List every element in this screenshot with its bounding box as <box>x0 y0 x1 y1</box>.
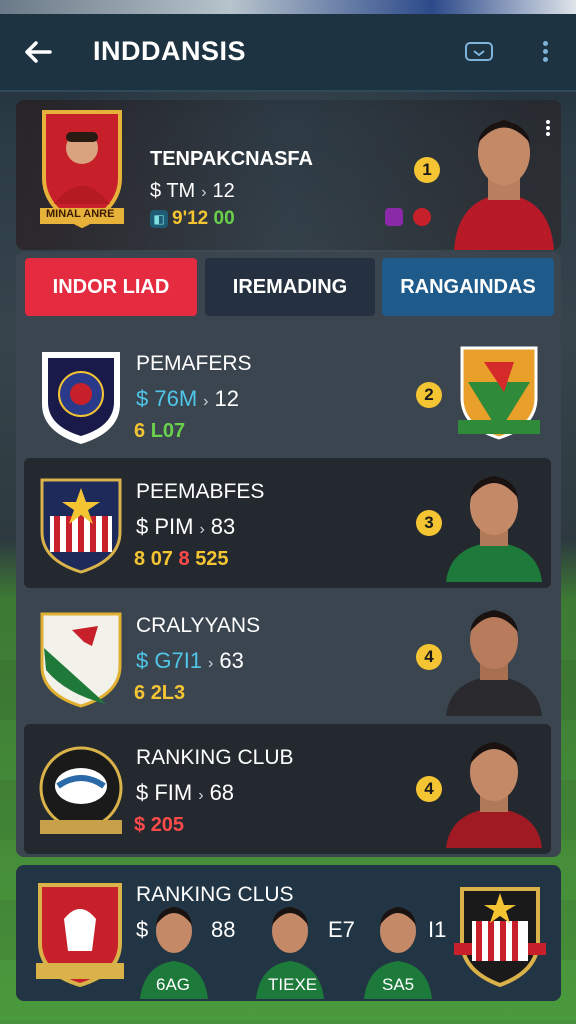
stat-icon: 8 <box>134 548 146 570</box>
featured-club-name: TENPAKCNASFA <box>150 148 313 170</box>
rank-badge: 2 <box>416 382 442 408</box>
club-crest-icon <box>40 612 122 708</box>
club-stat: 2L3 <box>150 682 186 704</box>
featured-rank-badge: 1 <box>414 157 440 183</box>
player-value: E7 <box>328 917 355 942</box>
list-item[interactable]: CRALYYANS $ G7I1 › 63 6 2L3 4 <box>24 592 551 720</box>
status-strip <box>0 0 576 14</box>
club-stats: 6 L07 <box>134 420 185 443</box>
featured-stats: ◧ 9'12 00 <box>150 208 235 230</box>
chevron-right-icon: › <box>198 787 204 804</box>
list-item[interactable]: PEMAFERS $ 76M › 12 6 L07 2 <box>24 330 551 458</box>
club-value-target: 12 <box>214 386 239 411</box>
club-crest-icon <box>36 883 124 988</box>
tab-rangaindas[interactable]: RANGAINDAS <box>382 258 554 316</box>
club-stats: 8 07 8 525 <box>134 548 229 571</box>
chevron-right-icon: › <box>208 655 214 672</box>
player-label: TIEXE <box>268 975 318 994</box>
stat-icon: $ <box>134 814 146 836</box>
club-value-target: 68 <box>209 780 235 805</box>
chevron-right-icon: › <box>203 393 209 410</box>
chevron-right-icon: › <box>199 521 205 538</box>
club-crest-icon <box>42 352 120 444</box>
featured-player-avatar <box>454 120 554 250</box>
featured-crest-caption: MINAL ANRE <box>46 208 115 220</box>
club-value-target: 83 <box>210 514 236 539</box>
featured-stat-a: 9'12 <box>172 208 209 229</box>
rank-badge: 3 <box>416 510 442 536</box>
club-name: PEEMABFES <box>136 480 265 503</box>
club-crest-icon <box>454 887 546 987</box>
featured-more-icon[interactable] <box>546 118 550 138</box>
club-value-amount: $ 76M <box>136 386 198 411</box>
list-item[interactable]: RANKING CLUB $ FIM › 68 $ 205 4 <box>24 724 551 854</box>
club-name: RANKING CLUB <box>136 746 294 769</box>
rank-badge: 4 <box>416 776 442 802</box>
club-stat: 205 <box>150 814 185 836</box>
club-crest-icon <box>458 346 540 440</box>
stat-icon: 6 <box>134 420 146 442</box>
bottom-club-card[interactable]: RANKING CLUS $ 88 E7 I1 6AG TIEXE SA5 <box>16 865 561 1001</box>
club-stat: 525 <box>195 548 229 570</box>
player-avatar <box>446 476 542 582</box>
featured-value: $ TM › 12 <box>150 180 235 203</box>
club-value-amount: $ G7I1 <box>136 648 203 673</box>
featured-value-amount: $ TM <box>150 180 196 202</box>
club-name: CRALYYANS <box>136 614 261 637</box>
tab-indor-liad[interactable]: INDOR LIAD <box>25 258 197 316</box>
featured-stat-b: 00 <box>213 208 235 229</box>
arrow-left-icon[interactable] <box>22 36 54 68</box>
player-value: 88 <box>211 917 236 942</box>
stat-icon: 6 <box>134 682 146 704</box>
player-avatar <box>446 742 542 848</box>
chevron-right-icon: › <box>201 184 207 201</box>
list-item[interactable]: PEEMABFES $ PIM › 83 8 07 8 525 3 <box>24 458 551 588</box>
club-crest-icon <box>40 478 122 574</box>
club-name: PEMAFERS <box>136 352 252 375</box>
player-avatar <box>446 610 542 716</box>
club-value: $ FIM › 68 <box>136 780 234 806</box>
tab-iremading[interactable]: IREMADING <box>205 258 375 316</box>
club-value-target: 63 <box>219 648 244 673</box>
app-header: INDDANSIS <box>0 14 576 92</box>
club-stats: 6 2L3 <box>134 682 185 705</box>
player-label: 6AG <box>156 975 191 994</box>
club-value: $ 76M › 12 <box>136 386 239 412</box>
rank-badge: 4 <box>416 644 442 670</box>
page-title: INDDANSIS <box>93 36 247 66</box>
status-tag-icon <box>385 208 403 226</box>
featured-value-target: 12 <box>212 180 235 202</box>
more-vertical-icon[interactable] <box>535 38 555 68</box>
featured-status-icons <box>385 208 432 231</box>
status-dot-icon <box>413 208 432 226</box>
player-label: SA5 <box>382 975 415 994</box>
stat-tag-icon: ◧ <box>150 209 168 228</box>
stat-icon: 8 <box>178 548 190 570</box>
club-value-amount: $ PIM <box>136 514 194 539</box>
club-crest-icon <box>39 746 123 834</box>
club-stats: $ 205 <box>134 814 184 837</box>
club-value: $ G7I1 › 63 <box>136 648 244 674</box>
club-stat: L07 <box>150 420 186 442</box>
message-icon[interactable] <box>464 40 494 64</box>
club-value-amount: $ FIM <box>136 780 193 805</box>
club-value: $ PIM › 83 <box>136 514 235 540</box>
club-stat: 07 <box>150 548 173 570</box>
